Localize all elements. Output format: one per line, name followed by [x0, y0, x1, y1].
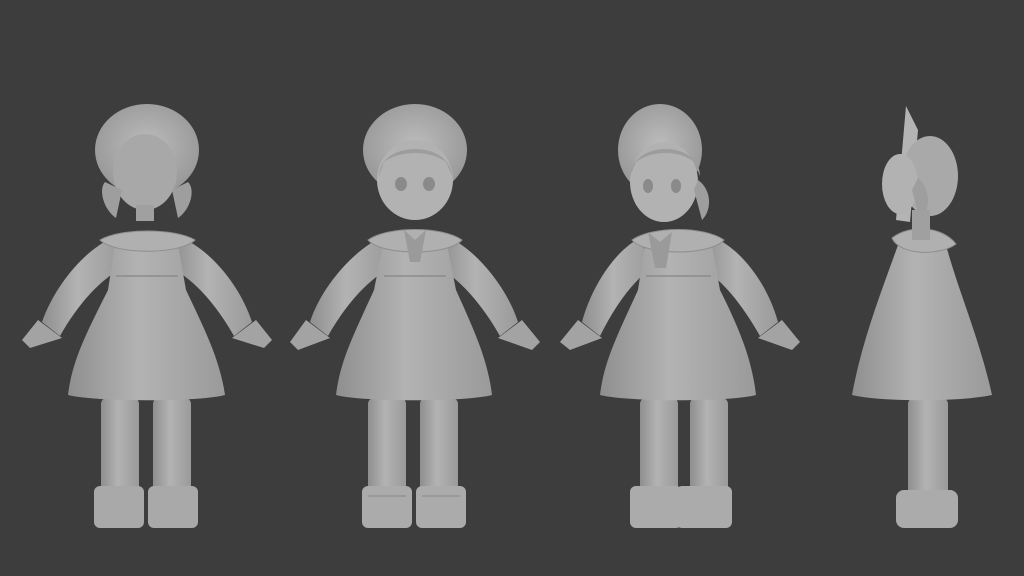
- side-view-figure: [852, 106, 992, 528]
- three-quarter-view-figure: [560, 104, 800, 528]
- character-turnaround: [22, 104, 992, 528]
- neck: [136, 205, 154, 221]
- 3d-viewport[interactable]: [0, 0, 1024, 576]
- right-eye: [423, 177, 435, 191]
- right-shoe: [416, 486, 466, 528]
- left-leg: [101, 398, 139, 493]
- right-boot: [148, 486, 198, 528]
- front-view-figure: [290, 104, 540, 528]
- head: [113, 134, 177, 210]
- back-view-figure: [22, 104, 272, 528]
- right-leg: [153, 398, 191, 493]
- left-eye: [395, 177, 407, 191]
- left-shoe: [362, 486, 412, 528]
- left-boot: [94, 486, 144, 528]
